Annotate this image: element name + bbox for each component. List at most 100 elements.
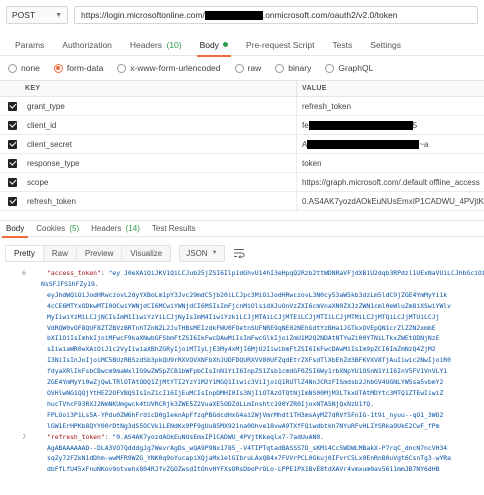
key-cell[interactable]: grant_type [25,97,297,115]
value-start: fe [302,120,309,130]
checkbox-checked-icon[interactable] [8,158,17,168]
radio-none[interactable]: none [8,63,40,73]
checkbox-checked-icon[interactable] [8,120,17,130]
redacted-value [307,139,420,149]
tab-label: Headers [91,224,122,233]
code-continuation: ZGE4YmMyYi0wZjQwLTRlOTAtODQ1ZjMtYTI2YzY1… [47,378,444,387]
value-cell[interactable]: A ~a [297,135,484,153]
checkbox-checked-icon[interactable] [8,101,17,111]
code-continuation: AgABAAAAAAD--DLA3VO7QdddgJg7WevrAgDs_wQA… [47,443,448,452]
code-continuation: FPLOoi3P1Ls5A-YPdu0ZW6hFrdicD0gIeknApFfz… [47,410,444,419]
url-prefix: https://login.microsoftonline.com/ [81,10,205,20]
tab-body[interactable]: Body [191,34,237,57]
value-cell[interactable]: https://graph.microsoft.com/.default off… [297,173,484,191]
wrap-lines-icon[interactable] [233,246,247,260]
key-cell[interactable]: client_secret [25,135,297,153]
json-string: "0.AS4AK7yozdAOkEuNUsEmxIP1CADWU_4PVjtKk… [112,432,325,441]
format-select[interactable]: JSON ▼ [179,244,225,262]
radio-selected-icon [53,63,63,73]
tab-label: Headers [129,39,163,50]
key-cell[interactable]: response_type [25,154,297,172]
code-continuation: hucTVhcF93RXJ2NmNKUmgwck4tUVRCRjk3ZWE5Z2… [47,399,375,408]
radio-form-data[interactable]: form-data [53,63,103,73]
form-data-table: KEY VALUE grant_type refresh_token clien… [0,80,484,211]
tab-response-headers[interactable]: Headers (14) [85,220,146,237]
key-cell[interactable]: scope [25,173,297,191]
json-key: "refresh_token" [47,432,105,441]
line-number: 7 [22,432,26,441]
tab-label: Tests [332,39,353,50]
tab-count: (10) [166,39,182,50]
tab-label: Authorization [62,39,112,50]
key-column-header: KEY [0,81,297,96]
radio-urlencoded[interactable]: x-www-form-urlencoded [117,63,221,73]
mode-visualize-button[interactable]: Visualize [122,246,170,261]
radio-label: raw [247,63,262,73]
table-row: client_secret A ~a [0,135,484,154]
key-cell[interactable]: client_id [25,116,297,134]
value-cell[interactable]: refresh_token [297,97,484,115]
json-string: "ey J0eXAiOiJKV1QiLCJub25jZSI6Ilp1dGhvU1… [108,269,484,277]
url-suffix: .onmicrosoft.com/oauth2/v2.0/token [262,10,398,20]
line-number: 6 [22,269,26,277]
code-continuation: 4cCE6MTYxODkwMTI0OCwiYWNjdCI6MCwiYWNjdCI… [47,301,451,310]
tab-cookies[interactable]: Cookies (5) [30,220,85,237]
tab-tests[interactable]: Tests [323,34,361,56]
code-continuation: VdRQW0vOF8QUF8ZTZBVzBRTnhTZnNZL2JuTHBsME… [47,323,436,332]
method-select[interactable]: POST ▼ [6,6,68,24]
tab-headers[interactable]: Headers (10) [121,34,191,56]
code-continuation: OVHlwNG1QQjYtHEZ2OFVBQSIsInZ1cI16IjEuMCI… [47,388,444,397]
radio-graphql[interactable]: GraphQL [325,63,373,73]
tab-label: Settings [370,39,401,50]
table-row: response_type token [0,154,484,173]
code-line: 7 "refresh_token": "0.AS4AK7yozdAOkEuNUs… [0,432,484,443]
code-continuation: sIiwiaWR0eXAiOiJ1c2VyIiwiaXBhZGRyIjoiMTI… [47,345,436,354]
tab-response-body[interactable]: Body [0,220,30,238]
tab-label: Body [6,224,25,233]
tab-authorization[interactable]: Authorization [53,34,121,56]
code-continuation: I3NiIsInJoIjoiMC5BUzRBSzdSb3pkQU9rRXVOVX… [47,356,451,365]
tab-pre-request-script[interactable]: Pre-request Script [237,34,324,56]
json-key: "access_token" [47,269,101,277]
request-tabs: Params Authorization Headers (10) Body P… [0,34,484,57]
active-indicator-icon [222,42,228,47]
radio-binary[interactable]: binary [275,63,311,73]
tab-settings[interactable]: Settings [361,34,410,56]
redacted-tenant [204,10,263,20]
table-header: KEY VALUE [0,80,484,97]
url-input[interactable]: https://login.microsoftonline.com/ .onmi… [74,6,478,24]
method-label: POST [12,10,36,20]
key-cell[interactable]: refresh_token [25,192,297,210]
checkbox-checked-icon[interactable] [8,177,17,187]
table-row: refresh_token 0.AS4AK7yozdAOkEuNUsEmxIP1… [0,192,484,211]
checkbox-checked-icon[interactable] [8,139,17,149]
value-cell[interactable]: token [297,154,484,172]
code-continuation: lGW1ErHPKb8QYY00rDtNg3dS5OCVk1LENdKx9PF9… [47,421,440,430]
tab-test-results[interactable]: Test Results [146,220,202,237]
tab-label: Test Results [151,224,196,233]
checkbox-checked-icon[interactable] [8,196,17,206]
value-cell[interactable]: fe 5 [297,116,484,134]
radio-circle-icon [275,63,285,73]
tab-label: Params [15,39,45,50]
mode-preview-button[interactable]: Preview [77,245,123,261]
radio-label: binary [288,63,312,73]
code-continuation: sqZy72FZkN1dDhm-wwMFR9WZG_YNK0q9oYucapiX… [47,454,451,463]
response-tabs: Body Cookies (5) Headers (14) Test Resul… [0,220,484,238]
tab-label: Cookies [36,224,66,233]
code-continuation: bXI1OiIsImhkIjoiMFwcF9kaXNwbGFSbmFtZSI6I… [47,334,440,343]
tab-params[interactable]: Params [6,34,53,56]
table-row: scope https://graph.microsoft.com/.defau… [0,173,484,192]
radio-raw[interactable]: raw [234,63,262,73]
value-cell[interactable]: 0.AS4AK7yozdAOkEuNUsEmxIP1CADWU_4PVjtKke… [297,192,484,210]
tab-count: (14) [125,224,140,233]
table-row: grant_type refresh_token [0,97,484,116]
radio-label: GraphQL [338,63,374,73]
radio-circle-icon [8,63,17,73]
mode-pretty-button[interactable]: Pretty [6,245,44,261]
body-type-selector: none form-data x-www-form-urlencoded raw… [0,58,484,78]
mode-raw-button[interactable]: Raw [44,245,77,261]
redacted-value [308,120,413,130]
response-body-code[interactable]: 6 "access_token": "ey J0eXAiOiJKV1QiLCJu… [0,268,484,495]
response-toolbar: Pretty Raw Preview Visualize JSON ▼ [0,241,484,265]
